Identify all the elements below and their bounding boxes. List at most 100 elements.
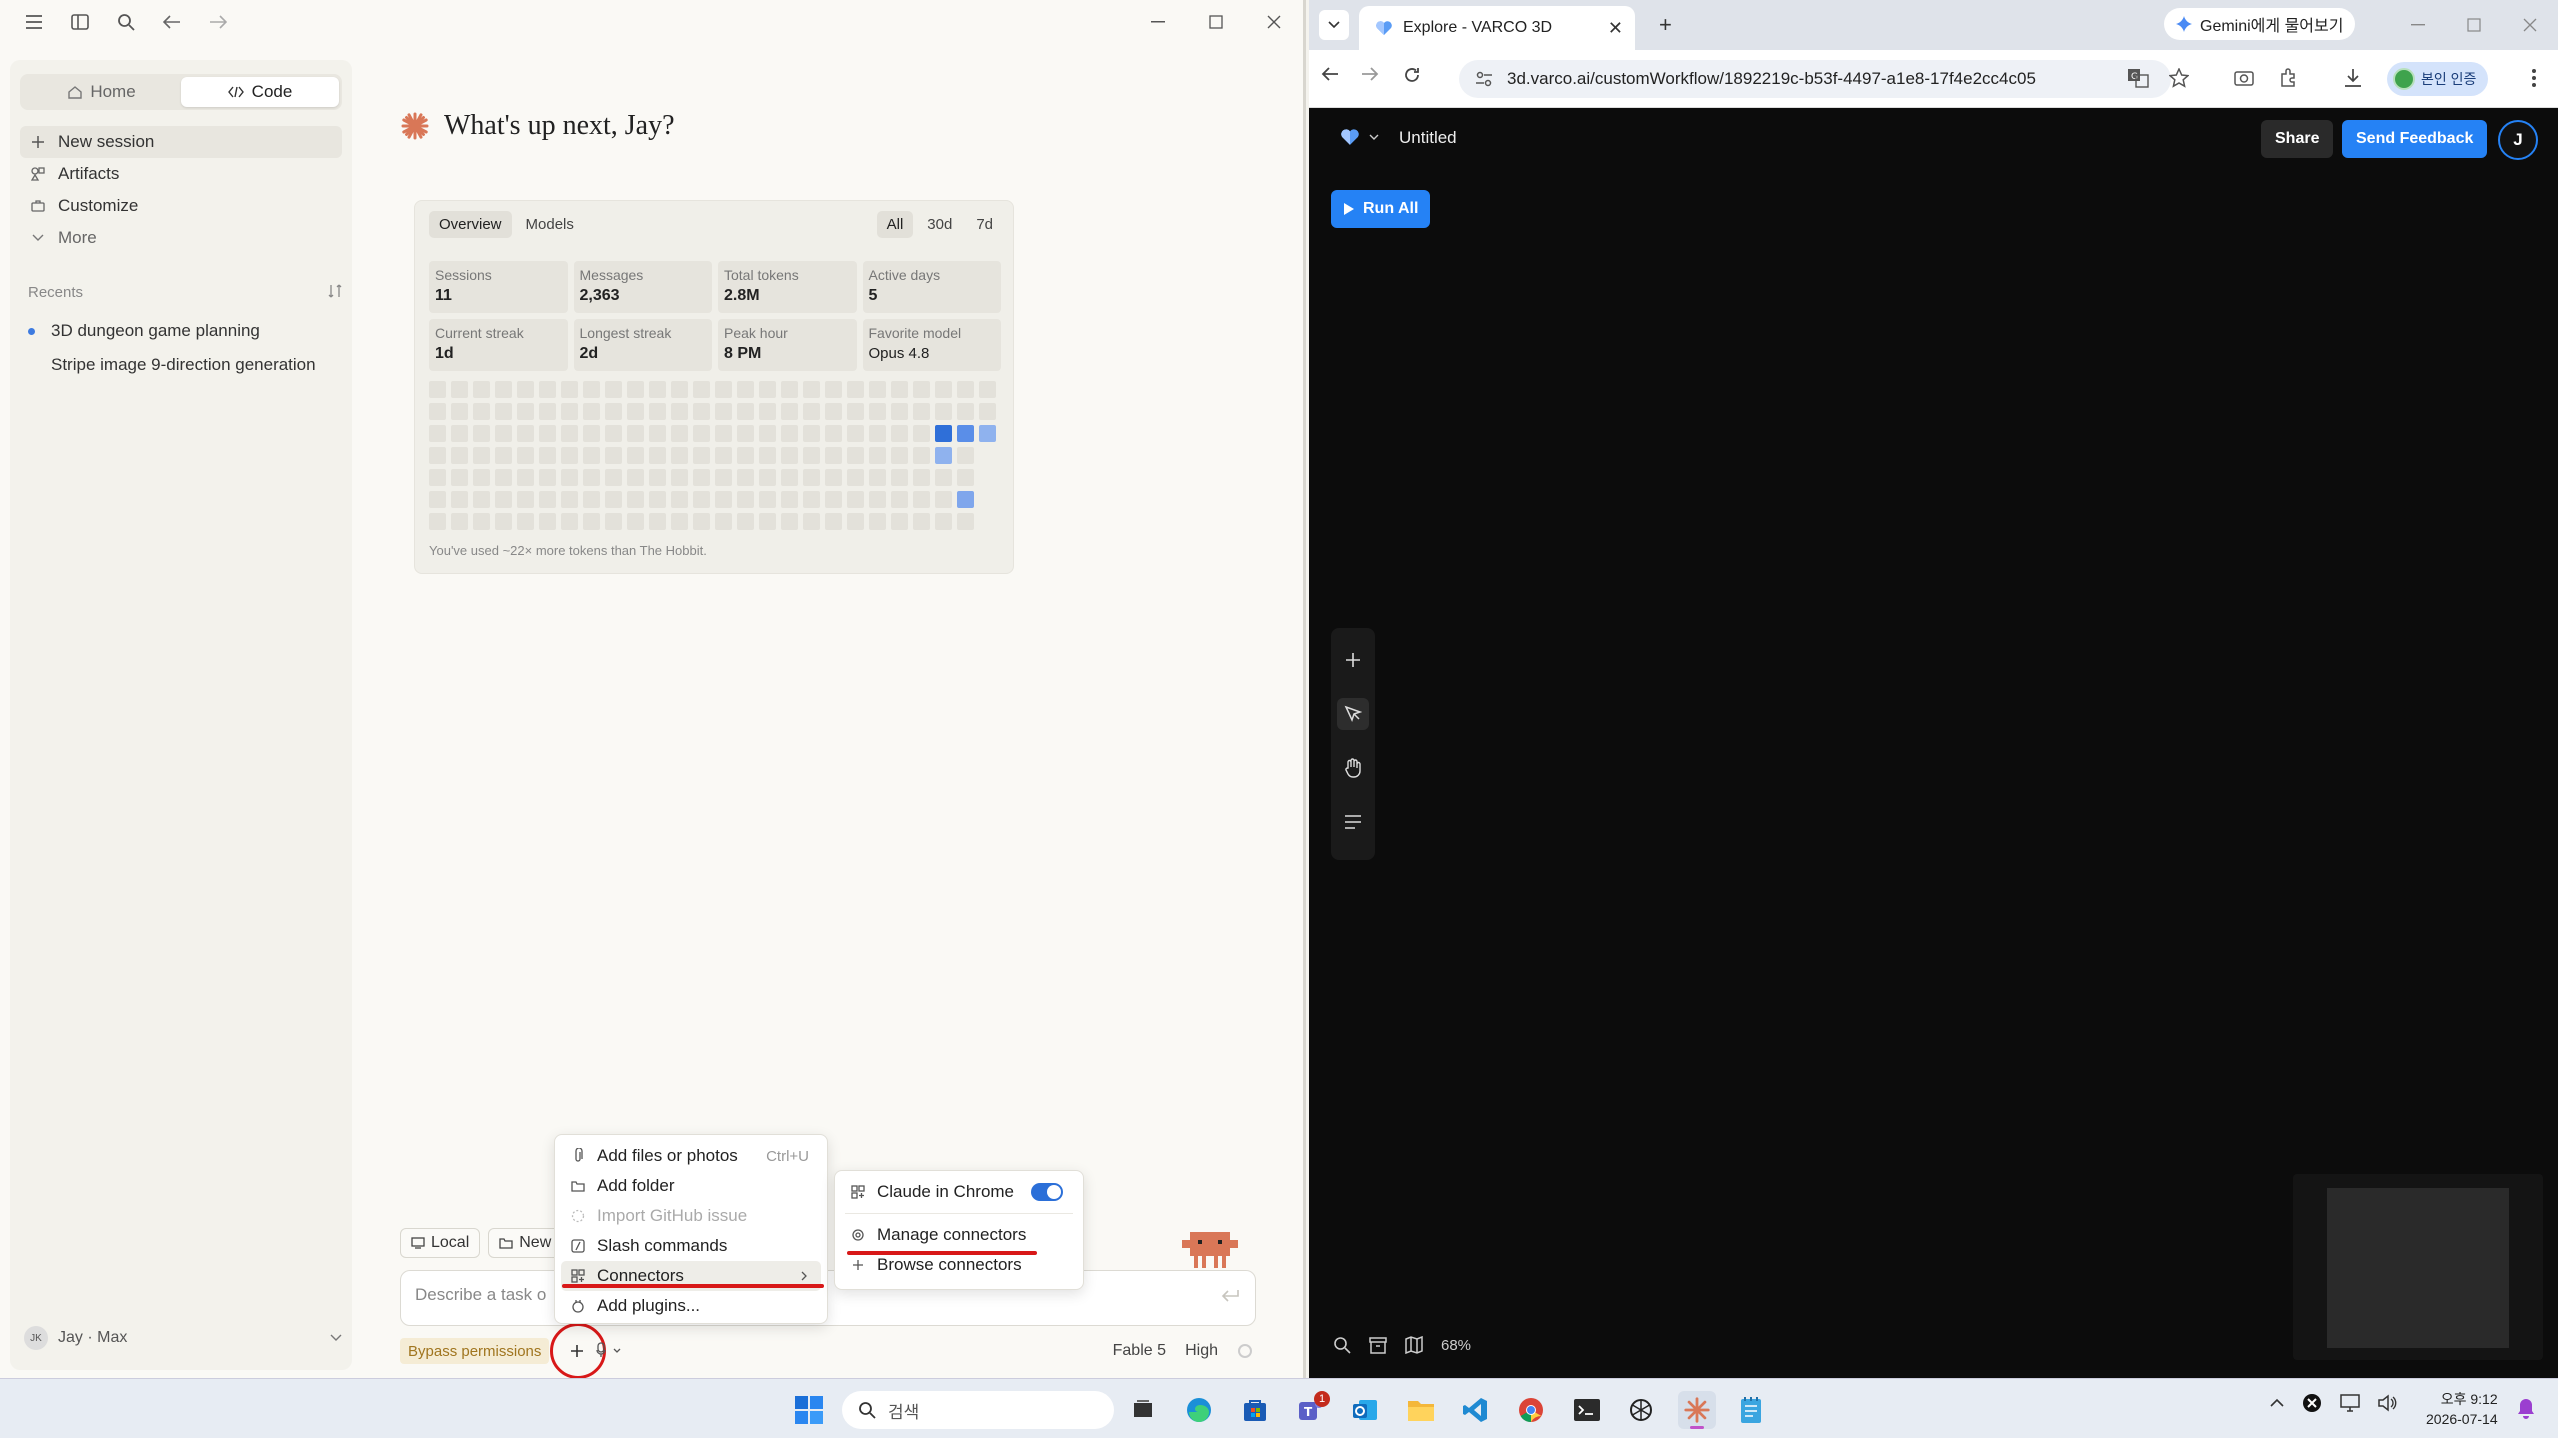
maximize-icon[interactable]: [1187, 0, 1245, 44]
kebab-menu-icon[interactable]: [2531, 68, 2537, 88]
send-feedback-button[interactable]: Send Feedback: [2342, 120, 2488, 158]
forward-arrow-icon[interactable]: [200, 4, 236, 40]
file-explorer-icon[interactable]: [1402, 1391, 1440, 1429]
range-all[interactable]: All: [876, 211, 914, 238]
sidebar-item-artifacts[interactable]: Artifacts: [20, 158, 342, 190]
tab-models[interactable]: Models: [516, 211, 584, 238]
teams-icon[interactable]: T 1: [1292, 1391, 1330, 1429]
notification-bell-icon[interactable]: [2516, 1397, 2536, 1419]
recent-item[interactable]: Stripe image 9-direction generation: [28, 348, 342, 382]
volume-icon[interactable]: [2378, 1394, 2398, 1412]
menu-claude-in-chrome[interactable]: Claude in Chrome: [841, 1177, 1077, 1207]
chevron-up-icon[interactable]: [2270, 1398, 2284, 1408]
site-info-icon[interactable]: [1475, 70, 1493, 88]
close-icon[interactable]: [2502, 0, 2558, 50]
share-button[interactable]: Share: [2261, 120, 2334, 158]
close-tab-icon[interactable]: ✕: [1608, 18, 1623, 39]
network-icon[interactable]: [2340, 1394, 2360, 1412]
local-button[interactable]: Local: [400, 1228, 481, 1258]
tab-overview[interactable]: Overview: [429, 211, 512, 238]
minimize-icon[interactable]: [2390, 0, 2446, 50]
heatmap-cell: [627, 513, 644, 530]
varco-logo-menu[interactable]: [1339, 128, 1379, 146]
edge-browser-icon[interactable]: [1180, 1391, 1218, 1429]
zoom-level[interactable]: 68%: [1441, 1337, 1471, 1354]
new-folder-button[interactable]: New: [488, 1228, 563, 1258]
minimize-icon[interactable]: [1129, 0, 1187, 44]
canvas-minimap[interactable]: [2293, 1174, 2543, 1360]
bookmark-star-icon[interactable]: [2169, 68, 2189, 88]
sidebar-toggle-icon[interactable]: [62, 4, 98, 40]
tab-code[interactable]: Code: [181, 77, 339, 107]
sidebar-item-more[interactable]: More: [20, 222, 342, 254]
notepad-icon[interactable]: [1732, 1391, 1770, 1429]
heatmap-cell: [957, 491, 974, 508]
annotation-underline: [562, 1284, 824, 1288]
claude-in-chrome-toggle[interactable]: [1031, 1183, 1063, 1201]
outlook-icon[interactable]: [1346, 1391, 1384, 1429]
voice-control[interactable]: [596, 1342, 622, 1358]
send-icon[interactable]: [1221, 1289, 1239, 1303]
select-pointer-icon[interactable]: [1337, 698, 1369, 730]
chatgpt-icon[interactable]: [1622, 1391, 1660, 1429]
taskbar-clock[interactable]: 오후 9:12 2026-07-14: [2426, 1389, 2498, 1429]
tab-search-button[interactable]: [1319, 10, 1349, 40]
range-7d[interactable]: 7d: [966, 211, 1003, 238]
translate-icon[interactable]: G: [2127, 68, 2149, 88]
heatmap-cell: [825, 469, 842, 486]
range-30d[interactable]: 30d: [917, 211, 962, 238]
menu-add-files[interactable]: Add files or photos Ctrl+U: [561, 1141, 821, 1171]
connectors-submenu: Claude in Chrome Manage connectors Brows…: [834, 1170, 1084, 1290]
gemini-button[interactable]: Gemini에게 물어보기: [2164, 8, 2356, 40]
run-all-button[interactable]: Run All: [1331, 190, 1431, 228]
store-icon[interactable]: [1236, 1391, 1274, 1429]
chrome-icon[interactable]: [1512, 1391, 1550, 1429]
back-arrow-icon[interactable]: [154, 4, 190, 40]
camera-icon[interactable]: [2234, 68, 2254, 86]
xbox-icon[interactable]: [2302, 1393, 2322, 1413]
model-selector[interactable]: Fable 5: [1113, 1342, 1166, 1360]
menu-add-plugins[interactable]: Add plugins...: [561, 1291, 821, 1321]
download-icon[interactable]: [2343, 68, 2363, 88]
reload-icon[interactable]: [1403, 66, 1421, 84]
menu-add-folder[interactable]: Add folder: [561, 1171, 821, 1201]
claude-app-icon[interactable]: [1678, 1391, 1716, 1429]
effort-selector[interactable]: High: [1185, 1342, 1218, 1360]
heatmap-cell: [671, 469, 688, 486]
taskbar-search[interactable]: 검색: [842, 1391, 1114, 1429]
heatmap-cell: [891, 513, 908, 530]
menu-icon[interactable]: [16, 4, 52, 40]
menu-manage-connectors[interactable]: Manage connectors: [841, 1220, 1077, 1250]
task-view-icon[interactable]: [1124, 1391, 1162, 1429]
sidebar-item-customize[interactable]: Customize: [20, 190, 342, 222]
heatmap-cell: [825, 491, 842, 508]
new-tab-button[interactable]: +: [1659, 12, 1672, 38]
workflow-title[interactable]: Untitled: [1399, 128, 1457, 148]
search-icon[interactable]: [1333, 1336, 1351, 1354]
terminal-icon[interactable]: [1568, 1391, 1606, 1429]
search-icon[interactable]: [108, 4, 144, 40]
list-lines-icon[interactable]: [1337, 806, 1369, 838]
close-icon[interactable]: [1245, 0, 1303, 44]
vscode-icon[interactable]: [1456, 1391, 1494, 1429]
extensions-icon[interactable]: [2279, 68, 2299, 88]
filter-icon[interactable]: [328, 284, 346, 301]
map-icon[interactable]: [1405, 1336, 1423, 1354]
address-bar[interactable]: 3d.varco.ai/customWorkflow/1892219c-b53f…: [1459, 60, 2171, 98]
maximize-icon[interactable]: [2446, 0, 2502, 50]
back-arrow-icon[interactable]: [1321, 66, 1339, 82]
sidebar-item-new-session[interactable]: New session: [20, 126, 342, 158]
add-node-icon[interactable]: [1337, 644, 1369, 676]
avatar[interactable]: J: [2498, 120, 2538, 160]
browser-tab[interactable]: Explore - VARCO 3D ✕: [1359, 6, 1635, 50]
forward-arrow-icon[interactable]: [1361, 66, 1379, 82]
profile-verify-button[interactable]: 본인 인증: [2387, 62, 2489, 96]
hand-pan-icon[interactable]: [1337, 752, 1369, 784]
user-menu[interactable]: JK Jay · Max: [24, 1322, 342, 1354]
archive-icon[interactable]: [1369, 1336, 1387, 1354]
bypass-permissions-button[interactable]: Bypass permissions: [400, 1338, 550, 1364]
menu-slash-commands[interactable]: Slash commands: [561, 1231, 821, 1261]
tab-home[interactable]: Home: [23, 77, 181, 107]
windows-start-icon[interactable]: [790, 1391, 828, 1429]
recent-item[interactable]: 3D dungeon game planning: [28, 314, 342, 348]
